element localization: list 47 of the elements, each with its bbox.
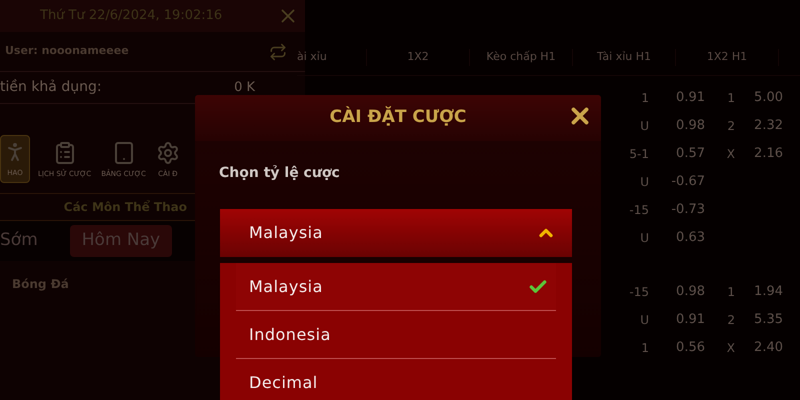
user-name: User: nooonameeee — [5, 43, 129, 60]
balance-label: tiền khả dụng: — [0, 78, 102, 97]
outcome-label: 2 — [726, 118, 735, 135]
handicap-line: -15 — [628, 202, 649, 219]
handicap-line: U — [639, 118, 649, 135]
outcome-label: X — [726, 340, 735, 357]
outcome-label: X — [726, 146, 735, 163]
odds-cell[interactable]: 0.91 — [649, 88, 705, 108]
odds-cell[interactable]: 5.00 — [735, 88, 783, 108]
odds-format-select[interactable]: Malaysia — [220, 209, 572, 257]
handicap-line: -15 — [628, 284, 649, 301]
menu-option[interactable]: Decimal — [236, 359, 556, 400]
odds-cell[interactable]: 0.98 — [649, 282, 705, 302]
column-header: Kèo chấp H1 — [470, 49, 573, 66]
handicap-line: U — [639, 312, 649, 329]
outcome-label: 1 — [726, 284, 735, 301]
outcome-label: 2 — [726, 312, 735, 329]
odds-cell[interactable]: 2.16 — [735, 144, 783, 164]
odds-cell[interactable]: 0.57 — [649, 144, 705, 164]
odds-cell[interactable]: 2.40 — [735, 338, 783, 358]
handicap-line: 1 — [640, 90, 649, 107]
odds-cell[interactable]: 5.35 — [735, 310, 783, 330]
balance-value: 0 K — [234, 78, 255, 97]
odds-cell[interactable]: 0.63 — [649, 228, 705, 248]
nav-icon — [156, 140, 180, 164]
handicap-line: 5-1 — [628, 146, 649, 163]
menu-option[interactable]: Malaysia — [236, 263, 556, 311]
column-header: Tài xỉu H1 — [573, 49, 676, 66]
column-header: 1X2 H1 — [676, 49, 779, 66]
handicap-line: U — [639, 174, 649, 191]
odds-cell[interactable]: 0.91 — [649, 310, 705, 330]
odds-cell[interactable]: -0.73 — [649, 200, 705, 220]
odds-cell[interactable]: 0.56 — [649, 338, 705, 358]
odds-format-label: Chọn tỷ lệ cược — [219, 164, 340, 183]
odds-cell[interactable]: -0.67 — [649, 172, 705, 192]
outcome-label: 1 — [726, 90, 735, 107]
column-header: ài xỉu — [297, 49, 367, 66]
day-tab[interactable]: Sớm — [0, 225, 50, 257]
odds-cell[interactable]: 2.32 — [735, 116, 783, 136]
swap-icon[interactable] — [269, 42, 287, 60]
handicap-line: 1 — [640, 340, 649, 357]
menu-option[interactable]: Indonesia — [236, 311, 556, 359]
dialog-title: CÀI ĐẶT CƯỢC — [330, 105, 466, 130]
handicap-line: U — [639, 230, 649, 247]
column-header: 1X2 — [367, 49, 470, 66]
odds-cell[interactable]: 0.98 — [649, 116, 705, 136]
odds-cell[interactable]: 1.94 — [735, 282, 783, 302]
